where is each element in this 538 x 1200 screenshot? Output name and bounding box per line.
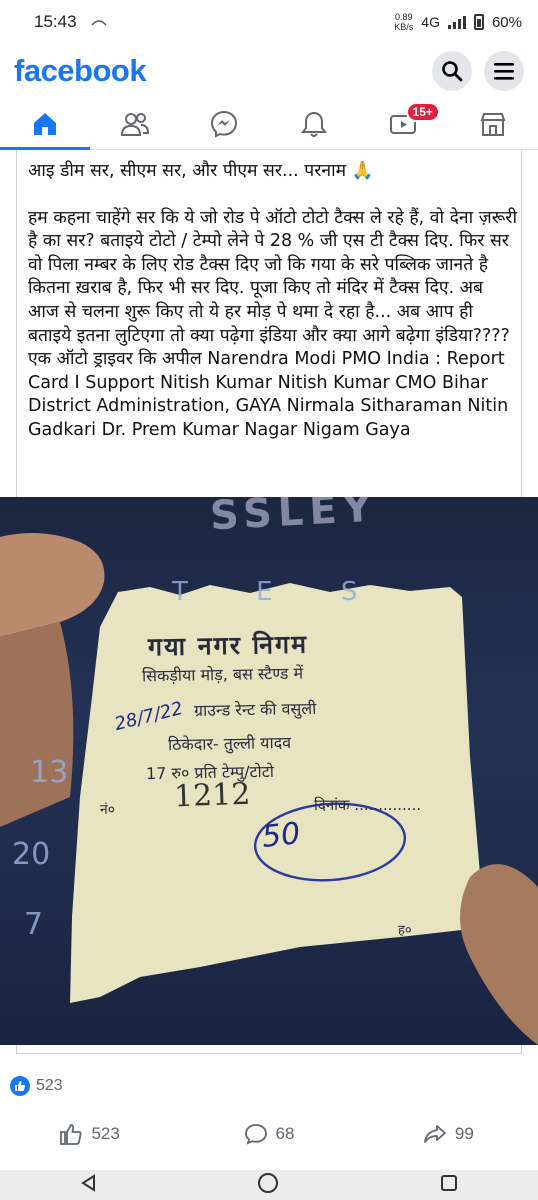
- comment-button[interactable]: 68: [179, 1114, 358, 1154]
- receipt-handwritten-amount: 50: [260, 816, 302, 855]
- thumbs-up-icon: [60, 1124, 82, 1145]
- search-icon: [442, 61, 463, 82]
- share-count: 99: [454, 1124, 474, 1143]
- receipt-purpose: ग्राउन्ड रेन्ट की वसुली: [193, 698, 317, 721]
- reaction-count: 523: [36, 1077, 63, 1094]
- notification-icon: [90, 14, 107, 31]
- friends-icon: [120, 112, 149, 136]
- background-number-20: 20: [12, 837, 51, 872]
- post-text: आइ डीम सर, सीएम सर, और पीएम सर... परनाम …: [28, 160, 518, 443]
- marketplace-icon: [480, 112, 506, 136]
- circle-home-icon: [257, 1172, 278, 1193]
- app-header: facebook: [0, 44, 538, 98]
- system-nav-bar: [0, 1170, 538, 1200]
- home-icon: [33, 112, 56, 135]
- background-letters: T E S: [172, 577, 388, 607]
- bell-icon: [300, 111, 327, 137]
- like-count: 523: [91, 1124, 120, 1143]
- battery-icon: [473, 14, 484, 30]
- tab-home[interactable]: [0, 98, 90, 150]
- reactions-summary[interactable]: 523: [10, 1076, 63, 1096]
- tab-video[interactable]: 15+: [359, 98, 449, 149]
- messenger-icon: [211, 110, 238, 138]
- background-number-13: 13: [30, 755, 69, 790]
- tab-bar: 15+: [0, 98, 538, 150]
- recents-icon: [440, 1174, 457, 1191]
- comment-icon: [244, 1124, 267, 1145]
- comment-count: 68: [275, 1124, 295, 1143]
- share-button[interactable]: 99: [359, 1114, 538, 1154]
- notification-badge: 15+: [405, 102, 440, 122]
- like-reaction-icon: [10, 1076, 30, 1096]
- nav-recents-button[interactable]: [440, 1174, 458, 1197]
- nav-back-button[interactable]: [80, 1173, 96, 1197]
- receipt-title: गया नगर निगम: [147, 629, 309, 662]
- tab-marketplace[interactable]: [448, 98, 538, 149]
- like-button[interactable]: 523: [0, 1114, 179, 1154]
- battery-level: 60%: [491, 13, 522, 31]
- receipt-sign-label: ह०: [398, 923, 412, 938]
- status-bar: 15:43 0.89 KB/s 4G 60%: [0, 0, 538, 44]
- menu-icon: [494, 63, 514, 80]
- post-actions: 523 68 99: [0, 1114, 538, 1154]
- net-speed: 0.89 KB/s: [394, 12, 414, 32]
- tab-friends[interactable]: [90, 98, 180, 149]
- menu-button[interactable]: [484, 51, 524, 91]
- status-time: 15:43: [34, 12, 77, 31]
- receipt-number: 1212: [173, 776, 251, 815]
- share-icon: [423, 1125, 446, 1143]
- facebook-logo[interactable]: facebook: [14, 53, 147, 89]
- receipt-location: सिकड़ीया मोड़, बस स्टैण्ड में: [141, 663, 304, 686]
- post-appeal: एक ऑटो ड्राइवर कि अपील Narendra Modi PMO…: [28, 349, 509, 440]
- network-type: 4G: [421, 14, 440, 30]
- receipt-number-label: नं०: [100, 802, 116, 818]
- tab-messenger[interactable]: [179, 98, 269, 149]
- search-button[interactable]: [432, 51, 472, 91]
- receipt-date-label: दिनांक ..............: [314, 796, 422, 814]
- signal-icon: [447, 15, 466, 29]
- post-body: हम कहना चाहेंगे सर कि ये जो रोड पे ऑटो ट…: [28, 207, 517, 346]
- back-icon: [81, 1173, 96, 1192]
- receipt-contractor: ठिकेदार- तुल्ली यादव: [167, 732, 292, 755]
- nav-home-button[interactable]: [257, 1172, 279, 1199]
- post-greeting: आइ डीम सर, सीएम सर, और पीएम सर... परनाम …: [28, 161, 374, 181]
- tab-notifications[interactable]: [269, 98, 359, 149]
- background-number-7: 7: [24, 907, 44, 942]
